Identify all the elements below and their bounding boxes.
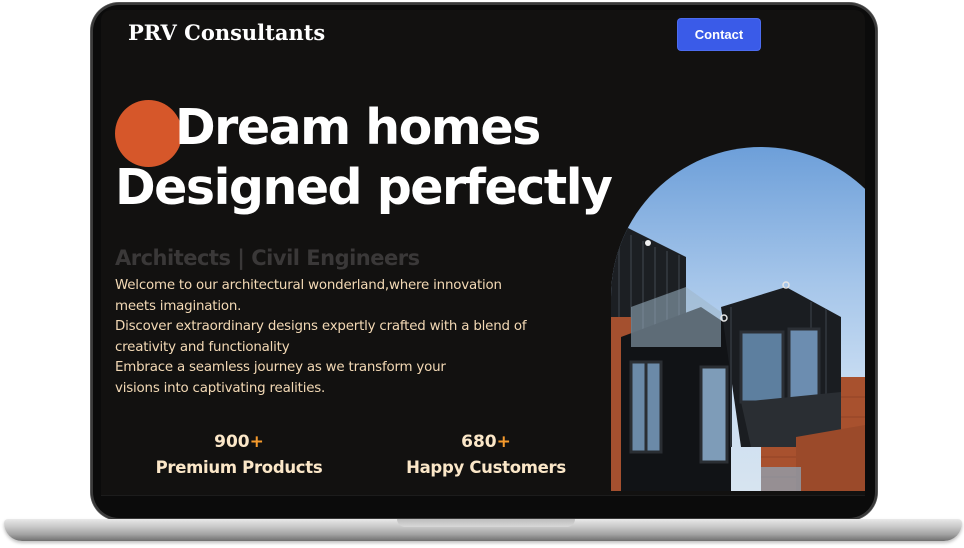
laptop-screen: PRV Consultants Contact Dream homes Desi… — [101, 10, 865, 510]
headline-line-1: Dream homes — [175, 99, 541, 156]
description-line: visions into captivating realities. — [115, 380, 326, 396]
hero-building-image — [611, 147, 865, 491]
stat-label: Happy Customers — [406, 458, 566, 477]
description-line: Embrace a seamless journey as we transfo… — [115, 360, 446, 376]
stat-happy-customers: 680+ Happy Customers — [401, 430, 571, 482]
stat-label: Premium Products — [155, 458, 323, 477]
description-line: creativity and functionality — [115, 339, 290, 355]
stat-value: 900+ — [214, 432, 264, 452]
hero-description: Welcome to our architectural wonderland,… — [115, 276, 555, 400]
contact-button[interactable]: Contact — [678, 19, 760, 50]
building-illustration — [611, 227, 865, 491]
laptop-notch — [397, 519, 575, 527]
description-line: Welcome to our architectural wonderland,… — [115, 278, 502, 293]
hero-subtitle: Architects | Civil Engineers — [115, 246, 420, 270]
hero-headline: Dream homes Designed perfectly — [115, 98, 613, 218]
site-logo[interactable]: PRV Consultants — [128, 20, 325, 45]
screen-bottom-bezel — [101, 495, 865, 510]
laptop-base — [4, 519, 962, 541]
headline-line-2: Designed perfectly — [115, 159, 613, 216]
description-line: Discover extraordinary designs expertly … — [115, 319, 527, 335]
description-line: meets imagination. — [115, 298, 242, 314]
stat-premium-products: 900+ Premium Products — [155, 430, 323, 482]
stat-value: 680+ — [461, 432, 511, 452]
